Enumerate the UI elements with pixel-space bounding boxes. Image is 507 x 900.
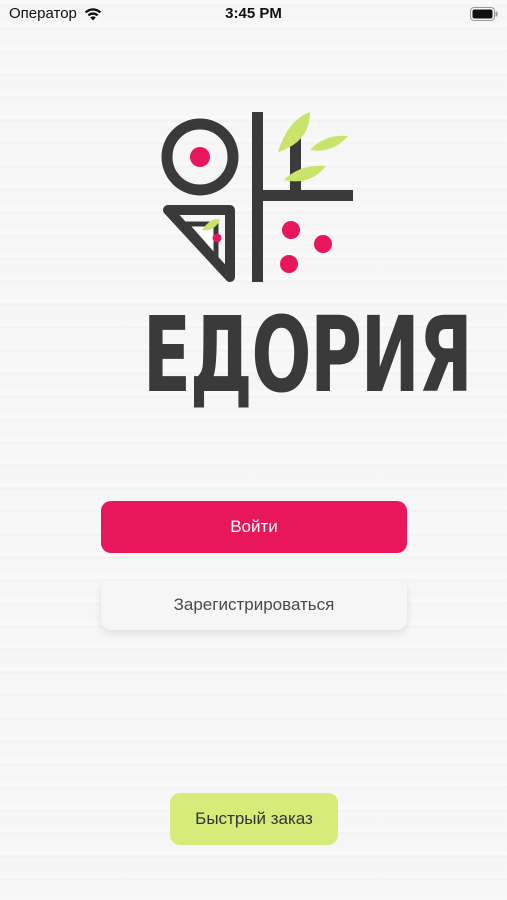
brand-name: ЕДОРИЯ <box>142 294 473 416</box>
quick-order-button[interactable]: Быстрый заказ <box>170 793 338 845</box>
status-time: 3:45 PM <box>225 5 282 22</box>
app-logo: ЕДОРИЯ <box>90 112 473 422</box>
battery-icon <box>470 7 498 21</box>
register-button[interactable]: Зарегистрироваться <box>101 580 407 630</box>
status-bar: Оператор 3:45 PM <box>0 0 507 30</box>
logo-mark-icon <box>161 112 353 282</box>
login-button[interactable]: Войти <box>101 501 407 553</box>
